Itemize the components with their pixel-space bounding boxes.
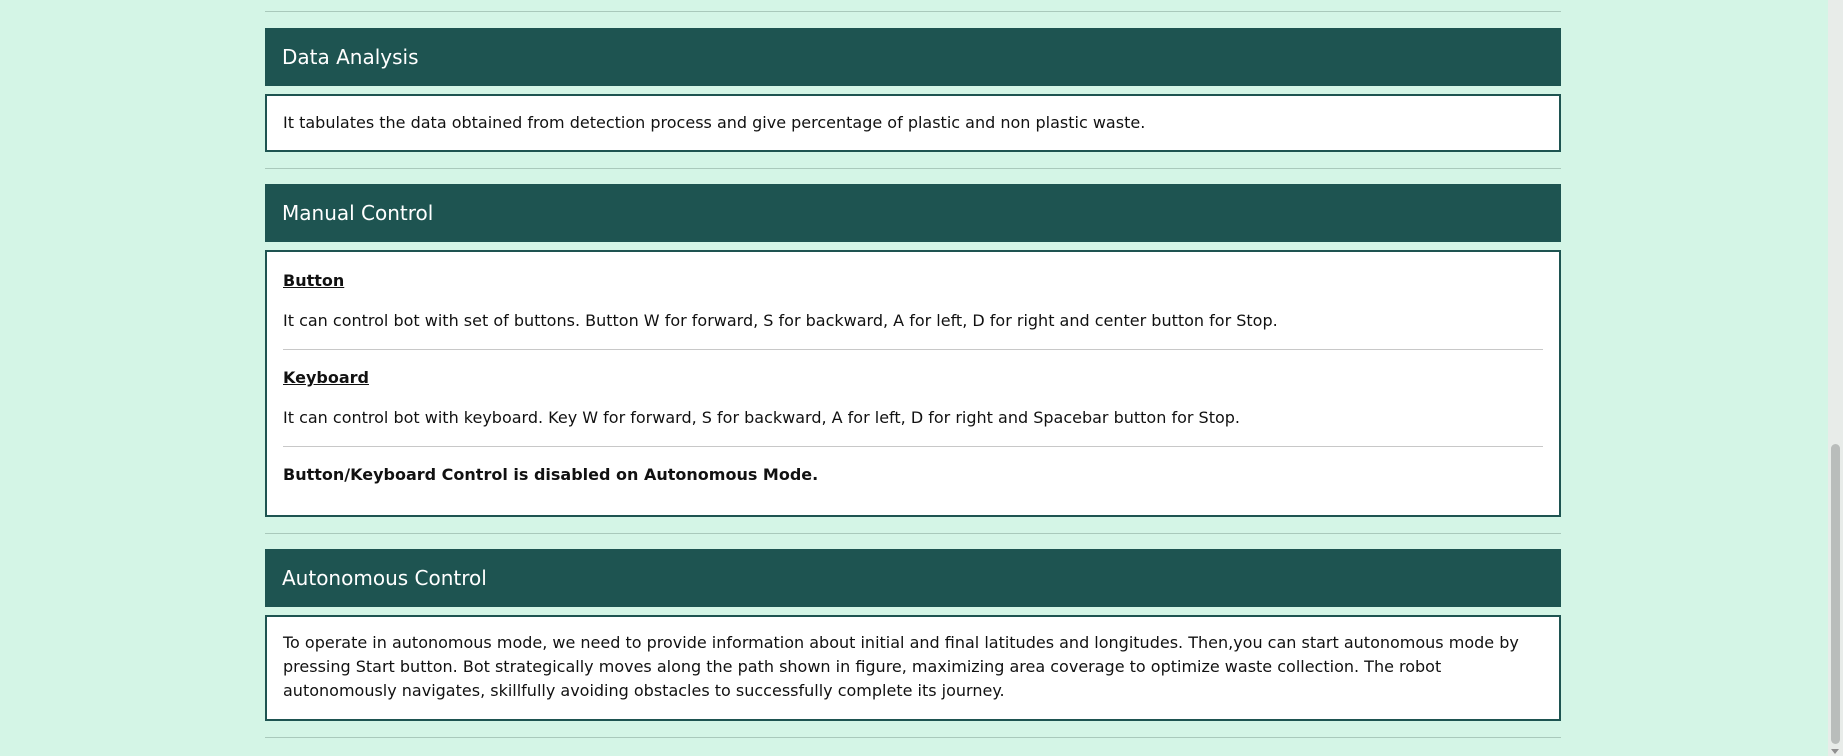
keyboard-heading: Keyboard <box>283 368 369 387</box>
section-text: It tabulates the data obtained from dete… <box>283 113 1146 132</box>
section-body-data-analysis: It tabulates the data obtained from dete… <box>265 94 1561 152</box>
section-title: Data Analysis <box>282 45 419 69</box>
button-description: It can control bot with set of buttons. … <box>283 311 1278 330</box>
section-header-autonomous-control: Autonomous Control <box>265 549 1561 607</box>
page: Data Analysis It tabulates the data obta… <box>0 0 1843 756</box>
scrollbar-thumb[interactable] <box>1831 444 1840 744</box>
main-content: Data Analysis It tabulates the data obta… <box>265 0 1561 738</box>
section-text: To operate in autonomous mode, we need t… <box>283 633 1519 700</box>
section-title: Autonomous Control <box>282 566 487 590</box>
section-title: Manual Control <box>282 201 434 225</box>
section-header-data-analysis: Data Analysis <box>265 28 1561 86</box>
divider <box>265 737 1561 738</box>
control-disabled-note: Button/Keyboard Control is disabled on A… <box>283 465 819 484</box>
button-heading: Button <box>283 271 345 290</box>
section-body-autonomous-control: To operate in autonomous mode, we need t… <box>265 615 1561 721</box>
scroll-down-arrow-icon[interactable] <box>1831 749 1839 754</box>
section-body-manual-control: Button It can control bot with set of bu… <box>265 250 1561 517</box>
section-header-manual-control: Manual Control <box>265 184 1561 242</box>
keyboard-description: It can control bot with keyboard. Key W … <box>283 408 1240 427</box>
vertical-scrollbar[interactable] <box>1828 0 1843 756</box>
